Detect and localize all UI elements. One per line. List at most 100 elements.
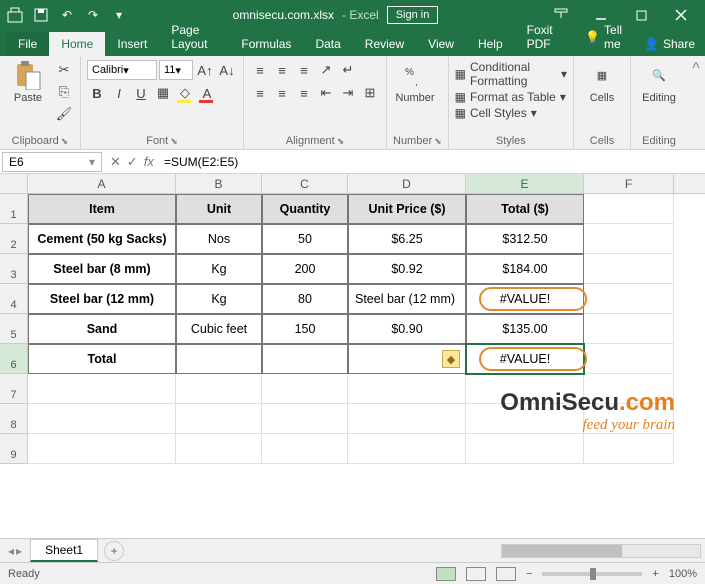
row-header-7[interactable]: 7: [0, 374, 28, 404]
tab-home[interactable]: Home: [49, 32, 105, 56]
cell[interactable]: Kg: [176, 284, 262, 314]
launcher-icon[interactable]: ⬊: [434, 136, 442, 147]
cell[interactable]: Steel bar (8 mm): [28, 254, 176, 284]
cell[interactable]: $135.00: [466, 314, 584, 344]
cell[interactable]: Steel bar (12 mm): [28, 284, 176, 314]
cell[interactable]: $312.50: [466, 224, 584, 254]
decrease-font-icon[interactable]: A↓: [217, 60, 237, 80]
col-header-d[interactable]: D: [348, 174, 466, 193]
cell[interactable]: [176, 374, 262, 404]
row-header-6[interactable]: 6: [0, 344, 28, 374]
active-cell[interactable]: #VALUE!: [466, 344, 584, 374]
share-button[interactable]: 👤Share: [634, 32, 705, 56]
close-icon[interactable]: [661, 0, 701, 30]
cell-styles-button[interactable]: ▦Cell Styles ▾: [455, 106, 567, 120]
cell[interactable]: [176, 344, 262, 374]
cell[interactable]: 80: [262, 284, 348, 314]
format-painter-icon[interactable]: 🖌: [54, 104, 74, 124]
indent-right-icon[interactable]: ⇥: [338, 83, 358, 103]
cell[interactable]: [348, 434, 466, 464]
cell[interactable]: [584, 254, 674, 284]
cell[interactable]: Cement (50 kg Sacks): [28, 224, 176, 254]
tab-data[interactable]: Data: [303, 32, 352, 56]
tab-foxit[interactable]: Foxit PDF: [515, 18, 575, 56]
add-sheet-button[interactable]: +: [104, 541, 124, 561]
cell[interactable]: Cubic feet: [176, 314, 262, 344]
cell[interactable]: Quantity: [262, 194, 348, 224]
sheet-nav-next-icon[interactable]: ▸: [16, 544, 22, 558]
conditional-formatting-button[interactable]: ▦Conditional Formatting ▾: [455, 60, 567, 88]
paste-button[interactable]: Paste: [6, 60, 50, 104]
cell[interactable]: Unit: [176, 194, 262, 224]
row-header-2[interactable]: 2: [0, 224, 28, 254]
cell[interactable]: $184.00: [466, 254, 584, 284]
cut-icon[interactable]: ✂: [54, 60, 74, 80]
cell[interactable]: Kg: [176, 254, 262, 284]
collapse-ribbon-icon[interactable]: ^: [687, 56, 705, 149]
cell[interactable]: $0.90: [348, 314, 466, 344]
launcher-icon[interactable]: ⬊: [61, 136, 69, 147]
col-header-e[interactable]: E: [466, 174, 584, 193]
cell[interactable]: [28, 374, 176, 404]
zoom-slider[interactable]: [542, 572, 642, 576]
cell[interactable]: [584, 344, 674, 374]
row-header-4[interactable]: 4: [0, 284, 28, 314]
border-button[interactable]: ▦: [153, 83, 173, 103]
cell[interactable]: Steel bar (12 mm): [348, 284, 466, 314]
bold-button[interactable]: B: [87, 83, 107, 103]
cell[interactable]: [176, 434, 262, 464]
sheet-nav-prev-icon[interactable]: ◂: [8, 544, 14, 558]
cell[interactable]: $6.25: [348, 224, 466, 254]
sign-in-button[interactable]: Sign in: [387, 6, 439, 24]
cell[interactable]: [262, 434, 348, 464]
cancel-formula-icon[interactable]: ✕: [110, 154, 121, 170]
copy-icon[interactable]: ⎘: [54, 82, 74, 102]
tab-view[interactable]: View: [416, 32, 466, 56]
col-header-c[interactable]: C: [262, 174, 348, 193]
col-header-f[interactable]: F: [584, 174, 674, 193]
increase-font-icon[interactable]: A↑: [195, 60, 215, 80]
col-header-a[interactable]: A: [28, 174, 176, 193]
font-color-button[interactable]: A: [197, 83, 217, 103]
zoom-out-icon[interactable]: −: [526, 568, 532, 580]
sheet-tab[interactable]: Sheet1: [30, 539, 98, 562]
cell[interactable]: [584, 194, 674, 224]
launcher-icon[interactable]: ⬊: [337, 136, 345, 147]
cell[interactable]: 150: [262, 314, 348, 344]
cell[interactable]: [348, 404, 466, 434]
number-button[interactable]: %, Number: [393, 60, 437, 104]
horizontal-scrollbar[interactable]: [124, 544, 705, 558]
tab-file[interactable]: File: [6, 32, 49, 56]
normal-view-icon[interactable]: [436, 567, 456, 581]
cell[interactable]: [262, 404, 348, 434]
tab-review[interactable]: Review: [353, 32, 416, 56]
underline-button[interactable]: U: [131, 83, 151, 103]
cell[interactable]: Total: [28, 344, 176, 374]
align-right-icon[interactable]: ≡: [294, 83, 314, 103]
wrap-text-icon[interactable]: ↵: [338, 60, 358, 80]
cell[interactable]: Unit Price ($): [348, 194, 466, 224]
tab-page-layout[interactable]: Page Layout: [159, 18, 229, 56]
cell[interactable]: [262, 344, 348, 374]
cell[interactable]: Sand: [28, 314, 176, 344]
row-header-8[interactable]: 8: [0, 404, 28, 434]
cells-button[interactable]: ▦Cells: [580, 60, 624, 104]
cell[interactable]: [28, 404, 176, 434]
redo-icon[interactable]: ↷: [82, 4, 104, 26]
orientation-icon[interactable]: ↗: [316, 60, 336, 80]
align-bottom-icon[interactable]: ≡: [294, 60, 314, 80]
editing-button[interactable]: 🔍Editing: [637, 60, 681, 104]
zoom-in-icon[interactable]: +: [652, 568, 658, 580]
font-size-select[interactable]: 11 ▾: [159, 60, 193, 80]
name-box[interactable]: E6▾: [2, 152, 102, 172]
fx-icon[interactable]: fx: [144, 154, 154, 169]
error-warning-icon[interactable]: ◆: [442, 350, 460, 368]
cell[interactable]: [348, 374, 466, 404]
tab-insert[interactable]: Insert: [105, 32, 159, 56]
tell-me[interactable]: 💡Tell me: [575, 18, 634, 56]
italic-button[interactable]: I: [109, 83, 129, 103]
zoom-level[interactable]: 100%: [669, 568, 697, 580]
undo-icon[interactable]: ↶: [56, 4, 78, 26]
tab-help[interactable]: Help: [466, 32, 515, 56]
row-header-5[interactable]: 5: [0, 314, 28, 344]
